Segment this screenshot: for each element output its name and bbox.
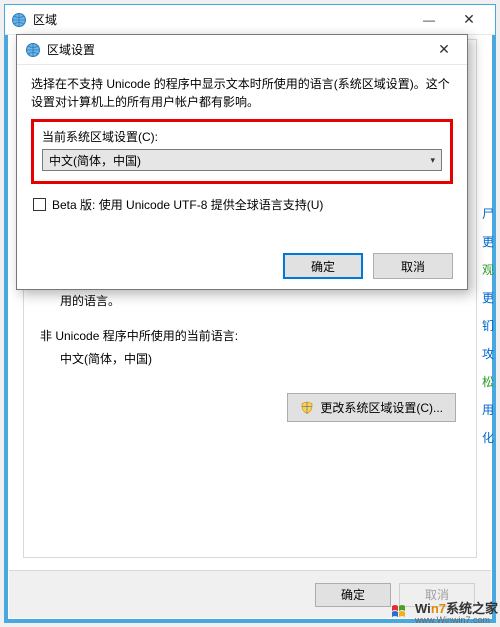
globe-icon (25, 42, 41, 58)
right-link[interactable]: 化 (482, 424, 496, 452)
modal-button-row: 确定 取消 (283, 253, 453, 279)
parent-titlebar: 区域 — ✕ (5, 5, 495, 35)
modal-titlebar: 区域设置 ✕ (17, 35, 467, 65)
parent-ok-button[interactable]: 确定 (315, 583, 391, 607)
locale-combobox[interactable]: 中文(简体，中国) ▾ (42, 149, 442, 171)
right-link-strip: 尸 更 观 更 钔 攻 松 用 化 (482, 200, 496, 452)
non-unicode-label: 非 Unicode 程序中所使用的当前语言: (40, 327, 460, 344)
tab-content: 用的语言。 非 Unicode 程序中所使用的当前语言: 中文(简体，中国) 更… (24, 280, 476, 557)
region-settings-dialog: 区域设置 ✕ 选择在不支持 Unicode 的程序中显示文本时所使用的语言(系统… (16, 34, 468, 290)
beta-utf8-checkbox[interactable] (33, 198, 46, 211)
close-button[interactable]: ✕ (449, 6, 489, 34)
modal-cancel-button[interactable]: 取消 (373, 253, 453, 279)
modal-close-button[interactable]: ✕ (429, 36, 459, 64)
right-link[interactable]: 尸 (482, 200, 496, 228)
watermark-brand: Win7系统之家 (415, 601, 498, 616)
locale-combobox-value: 中文(简体，中国) (49, 152, 430, 169)
right-link[interactable]: 更 (482, 284, 496, 312)
change-system-locale-button[interactable]: 更改系统区域设置(C)... (287, 393, 456, 422)
right-link[interactable]: 攻 (482, 340, 496, 368)
current-locale-label: 当前系统区域设置(C): (42, 128, 442, 145)
watermark-brand-plain: Wi (415, 601, 431, 616)
non-unicode-value: 中文(简体，中国) (60, 350, 460, 367)
modal-body: 选择在不支持 Unicode 的程序中显示文本时所使用的语言(系统区域设置)。这… (17, 65, 467, 213)
right-link[interactable]: 更 (482, 228, 496, 256)
modal-title: 区域设置 (47, 41, 429, 58)
watermark-brand-accent: n7 (431, 601, 446, 616)
globe-icon (11, 12, 27, 28)
minimize-button[interactable]: — (409, 6, 449, 34)
beta-utf8-label: Beta 版: 使用 Unicode UTF-8 提供全球语言支持(U) (52, 196, 323, 213)
windows-flag-icon (391, 603, 413, 621)
section-hint-text: 用的语言。 (60, 292, 460, 309)
modal-description: 选择在不支持 Unicode 的程序中显示文本时所使用的语言(系统区域设置)。这… (31, 75, 453, 111)
right-link[interactable]: 钔 (482, 312, 496, 340)
beta-utf8-row: Beta 版: 使用 Unicode UTF-8 提供全球语言支持(U) (33, 196, 453, 213)
uac-shield-icon (300, 401, 314, 415)
watermark: Win7系统之家 www.Winwin7.com (391, 598, 498, 625)
right-link[interactable]: 观 (482, 256, 496, 284)
watermark-brand-suffix: 系统之家 (446, 601, 498, 616)
watermark-site: www.Winwin7.com (415, 615, 498, 625)
modal-ok-button[interactable]: 确定 (283, 253, 363, 279)
right-link[interactable]: 松 (482, 368, 496, 396)
highlight-box: 当前系统区域设置(C): 中文(简体，中国) ▾ (31, 119, 453, 184)
change-locale-label: 更改系统区域设置(C)... (320, 399, 443, 416)
chevron-down-icon: ▾ (430, 155, 435, 166)
right-link[interactable]: 用 (482, 396, 496, 424)
parent-window-title: 区域 (33, 11, 409, 28)
